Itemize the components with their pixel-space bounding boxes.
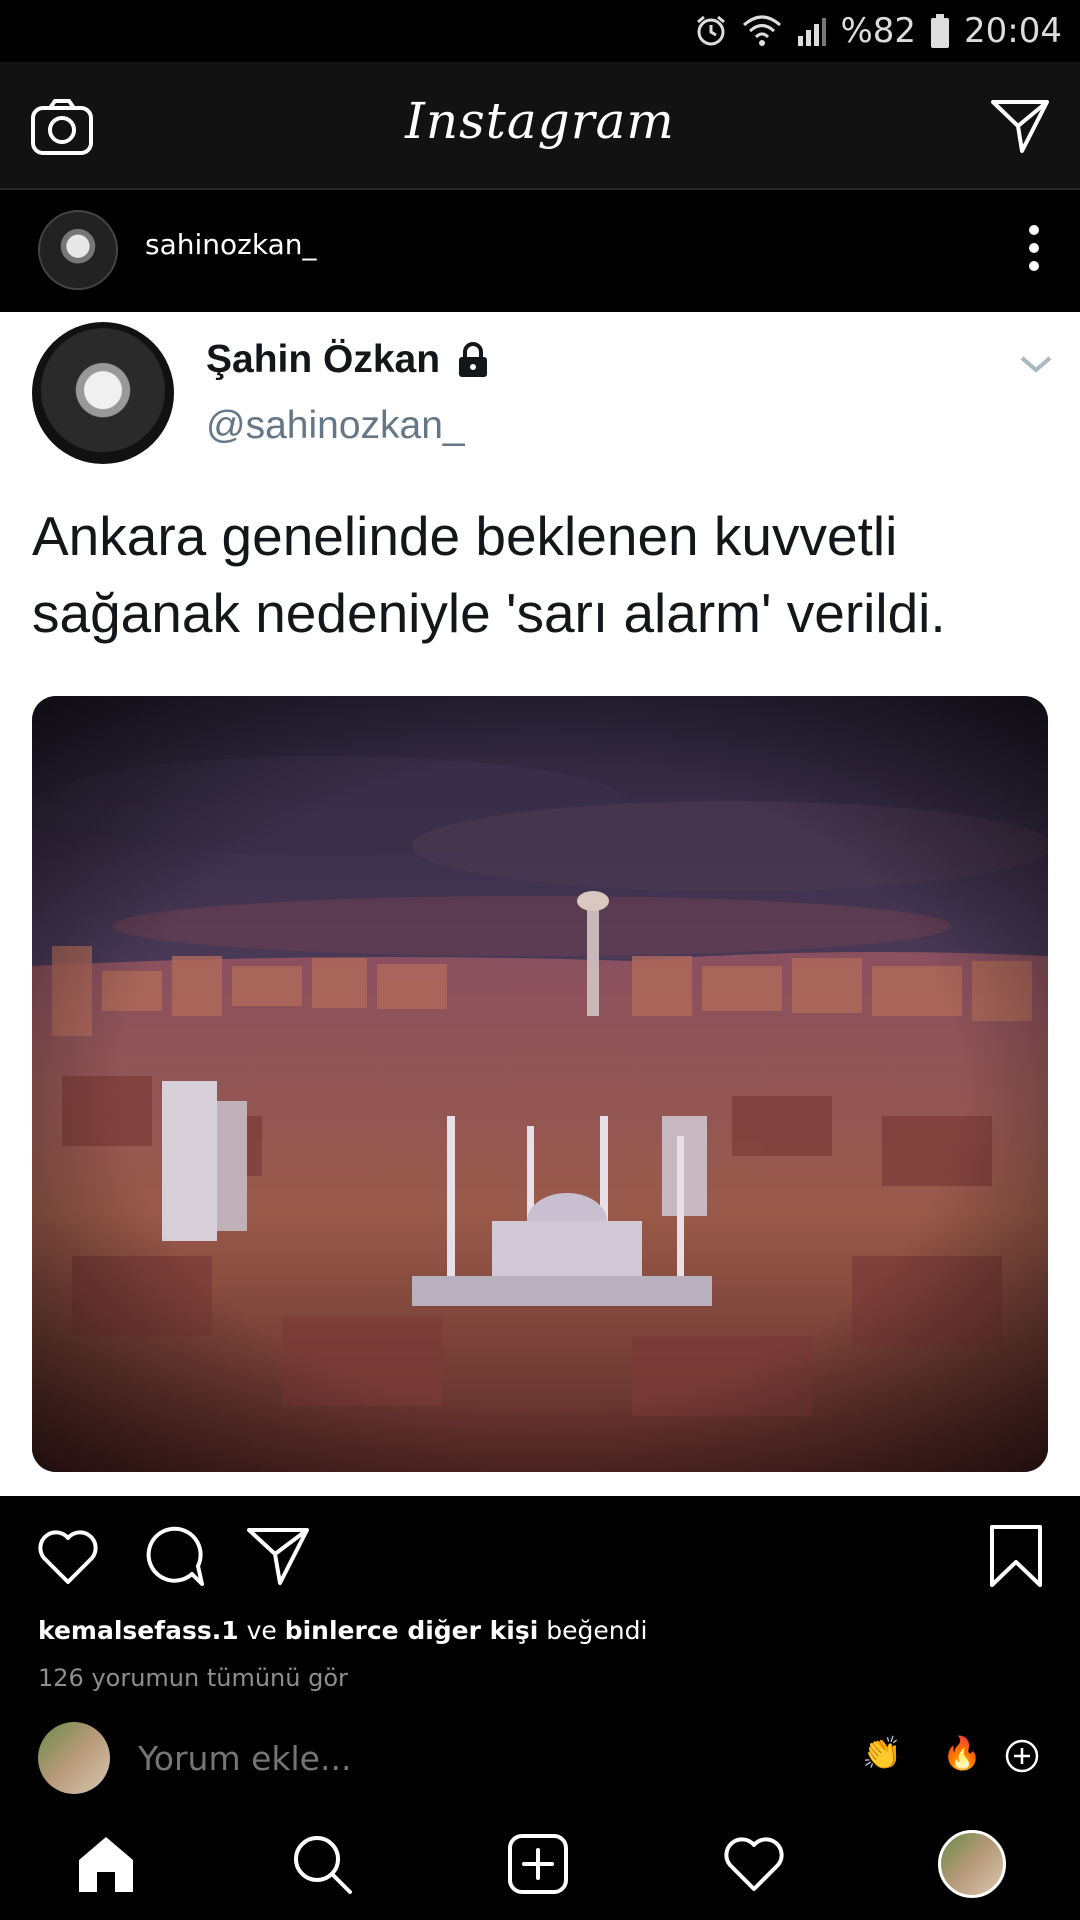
status-bar: %82 20:04 — [0, 0, 1080, 62]
tweet-author-name-row: Şahin Özkan — [206, 338, 492, 382]
add-comment-row: 👏 🔥 — [0, 1708, 1080, 1808]
nav-home[interactable] — [70, 1828, 142, 1900]
bookmark-icon[interactable] — [988, 1524, 1044, 1588]
clap-emoji-button[interactable]: 👏 — [862, 1734, 902, 1772]
wifi-icon — [743, 15, 782, 46]
current-user-avatar — [38, 1722, 110, 1794]
app-title: Instagram — [405, 92, 675, 150]
add-post-icon — [508, 1834, 568, 1894]
alarm-icon — [697, 15, 726, 46]
bottom-navigation — [0, 1808, 1080, 1920]
comment-input[interactable] — [136, 1738, 740, 1779]
heart-icon — [724, 1837, 784, 1891]
view-all-comments-link[interactable]: 126 yorumun tümünü gör — [38, 1664, 348, 1692]
lock-icon — [459, 342, 488, 377]
likes-connector: ve — [238, 1616, 285, 1645]
post-author-avatar[interactable] — [38, 210, 118, 290]
status-icons: %82 20:04 — [694, 8, 1062, 54]
post-author-username[interactable]: sahinozkan_ — [145, 228, 316, 261]
likes-others[interactable]: binlerce diğer kişi — [285, 1616, 539, 1645]
search-icon — [294, 1836, 352, 1894]
direct-message-icon[interactable] — [990, 98, 1050, 154]
liker-username[interactable]: kemalsefass.1 — [38, 1616, 239, 1645]
home-icon — [79, 1837, 133, 1892]
comment-icon[interactable] — [142, 1526, 206, 1588]
battery-percent: %82 — [840, 11, 917, 51]
tweet-photo — [32, 696, 1048, 1472]
battery-icon — [931, 14, 950, 48]
tweet-text: Ankara genelinde beklenen kuvvetli sağan… — [32, 505, 946, 644]
post-actions — [0, 1496, 1080, 1596]
more-options-icon[interactable] — [1024, 222, 1044, 274]
tweet-author-name: Şahin Özkan — [206, 338, 441, 381]
share-icon[interactable] — [246, 1526, 310, 1586]
instagram-header: Instagram — [0, 62, 1080, 190]
add-emoji-icon[interactable] — [1004, 1738, 1040, 1774]
nav-activity[interactable] — [718, 1828, 790, 1900]
post-header: sahinozkan_ — [0, 190, 1080, 312]
chevron-down-icon — [1020, 356, 1052, 373]
likes-suffix: beğendi — [538, 1616, 648, 1645]
clock: 20:04 — [964, 11, 1062, 51]
tweet-author-avatar — [32, 322, 174, 464]
nav-profile[interactable] — [936, 1828, 1008, 1900]
fire-emoji-button[interactable]: 🔥 — [942, 1734, 982, 1772]
like-heart-icon[interactable] — [36, 1528, 100, 1586]
signal-icon — [798, 18, 827, 46]
profile-avatar — [938, 1830, 1006, 1898]
likes-summary[interactable]: kemalsefass.1 ve binlerce diğer kişi beğ… — [38, 1616, 647, 1645]
post-image-tweet[interactable]: Şahin Özkan @sahinozkan_ Ankara genelind… — [0, 312, 1080, 1496]
nav-search[interactable] — [286, 1828, 358, 1900]
nav-new-post[interactable] — [502, 1828, 574, 1900]
tweet-author-handle: @sahinozkan_ — [206, 404, 465, 447]
city-skyline-image — [32, 696, 1048, 1472]
